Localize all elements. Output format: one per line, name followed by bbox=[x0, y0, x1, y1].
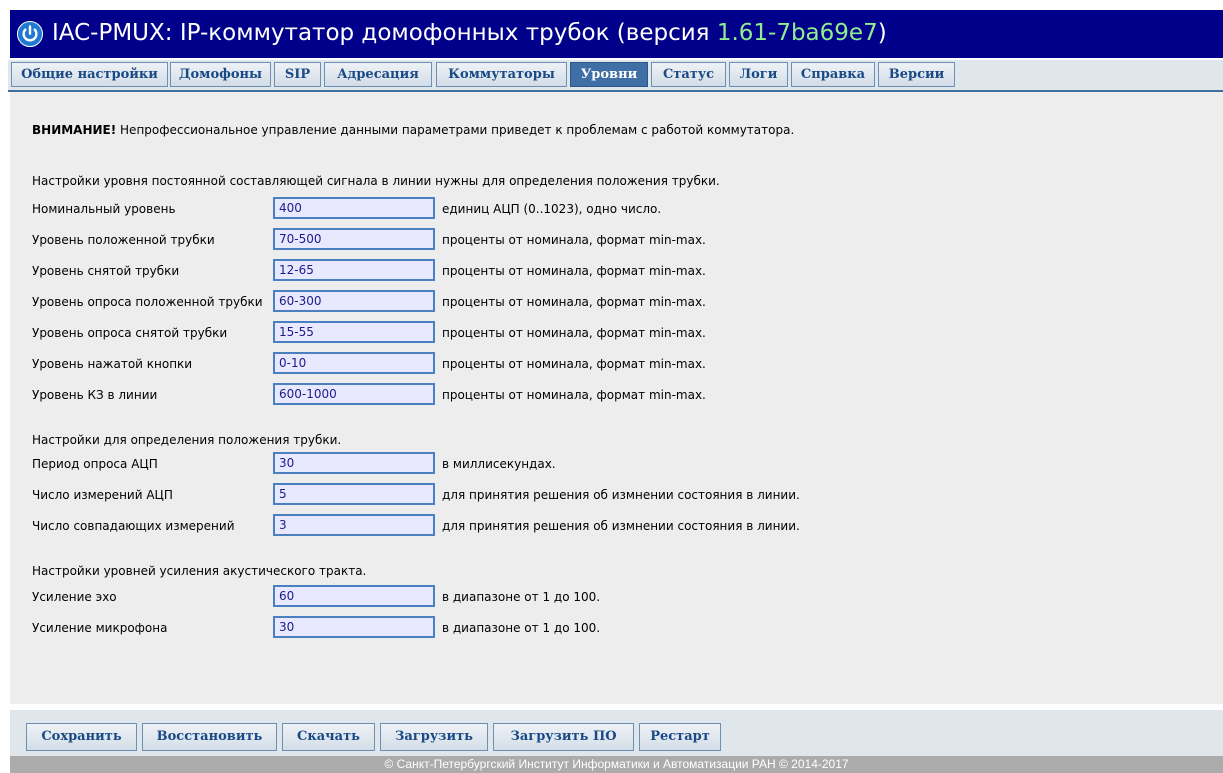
matching-measurements-hint: для принятия решения об измнении состоян… bbox=[442, 519, 800, 533]
button-pressed-level-label: Уровень нажатой кнопки bbox=[32, 357, 193, 371]
adc-measurements-input[interactable] bbox=[273, 483, 435, 505]
poll-offhook-level-label: Уровень опроса снятой трубки bbox=[32, 326, 228, 340]
tab-bar: Общие настройки Домофоны SIP Адресация К… bbox=[8, 60, 1223, 92]
matching-measurements-label: Число совпадающих измерений bbox=[32, 519, 235, 533]
nominal-level-label: Номинальный уровень bbox=[32, 202, 176, 216]
header: IAC-PMUX: IP-коммутатор домофонных трубо… bbox=[0, 0, 1223, 58]
upload-firmware-button[interactable]: Загрузить ПО bbox=[493, 723, 634, 751]
offhook-level-label: Уровень снятой трубки bbox=[32, 264, 180, 278]
warning-text: Непрофессиональное управление данными па… bbox=[116, 123, 795, 137]
nominal-level-hint: единиц АЦП (0..1023), одно число. bbox=[442, 202, 662, 216]
button-pressed-level-hint: проценты от номинала, формат min-max. bbox=[442, 357, 706, 371]
tab-sip[interactable]: SIP bbox=[274, 62, 321, 87]
tab-levels[interactable]: Уровни bbox=[570, 62, 648, 87]
poll-offhook-level-input[interactable] bbox=[273, 321, 435, 343]
poll-offhook-level-hint: проценты от номинала, формат min-max. bbox=[442, 326, 706, 340]
section-title-dc-levels: Настройки уровня постоянной составляющей… bbox=[32, 174, 720, 188]
tab-general-settings[interactable]: Общие настройки bbox=[11, 62, 168, 87]
onhook-level-label: Уровень положенной трубки bbox=[32, 233, 215, 247]
title-suffix: ) bbox=[877, 20, 887, 46]
offhook-level-input[interactable] bbox=[273, 259, 435, 281]
onhook-level-input[interactable] bbox=[273, 228, 435, 250]
tab-intercoms[interactable]: Домофоны bbox=[170, 62, 271, 87]
onhook-level-hint: проценты от номинала, формат min-max. bbox=[442, 233, 706, 247]
short-circuit-level-hint: проценты от номинала, формат min-max. bbox=[442, 388, 706, 402]
adc-poll-period-hint: в миллисекундах. bbox=[442, 457, 556, 471]
tab-help[interactable]: Справка bbox=[791, 62, 875, 87]
restart-button[interactable]: Рестарт bbox=[639, 723, 721, 751]
tab-logs[interactable]: Логи bbox=[729, 62, 788, 87]
section-title-position-detection: Настройки для определения положения труб… bbox=[32, 433, 342, 447]
adc-poll-period-input[interactable] bbox=[273, 452, 435, 474]
echo-gain-label: Усиление эхо bbox=[32, 590, 117, 604]
button-pressed-level-input[interactable] bbox=[273, 352, 435, 374]
section-title-acoustic-gain: Настройки уровней усиления акустического… bbox=[32, 564, 367, 578]
poll-onhook-level-hint: проценты от номинала, формат min-max. bbox=[442, 295, 706, 309]
tab-status[interactable]: Статус bbox=[651, 62, 726, 87]
tab-versions[interactable]: Версии bbox=[878, 62, 955, 87]
warning-label: ВНИМАНИЕ! bbox=[32, 123, 117, 137]
offhook-level-hint: проценты от номинала, формат min-max. bbox=[442, 264, 706, 278]
settings-panel: ВНИМАНИЕ! Непрофессиональное управление … bbox=[10, 92, 1223, 704]
poll-onhook-level-input[interactable] bbox=[273, 290, 435, 312]
title-prefix: IAC-PMUX: IP-коммутатор домофонных трубо… bbox=[52, 20, 717, 46]
upload-button[interactable]: Загрузить bbox=[380, 723, 488, 751]
title-bar: IAC-PMUX: IP-коммутатор домофонных трубо… bbox=[10, 10, 1223, 58]
download-button[interactable]: Скачать bbox=[282, 723, 375, 751]
version-number: 1.61-7ba69e7 bbox=[716, 20, 878, 46]
poll-onhook-level-label: Уровень опроса положенной трубки bbox=[32, 295, 263, 309]
adc-measurements-hint: для принятия решения об измнении состоян… bbox=[442, 488, 800, 502]
echo-gain-input[interactable] bbox=[273, 585, 435, 607]
copyright-footer: © Санкт-Петербургский Институт Информати… bbox=[10, 756, 1223, 773]
mic-gain-input[interactable] bbox=[273, 616, 435, 638]
warning-message: ВНИМАНИЕ! Непрофессиональное управление … bbox=[32, 123, 794, 137]
nominal-level-input[interactable] bbox=[273, 197, 435, 219]
mic-gain-hint: в диапазоне от 1 до 100. bbox=[442, 621, 601, 635]
matching-measurements-input[interactable] bbox=[273, 514, 435, 536]
mic-gain-label: Усиление микрофона bbox=[32, 621, 168, 635]
page-title: IAC-PMUX: IP-коммутатор домофонных трубо… bbox=[52, 19, 887, 47]
tab-switches[interactable]: Коммутаторы bbox=[436, 62, 567, 87]
short-circuit-level-input[interactable] bbox=[273, 383, 435, 405]
tab-addressing[interactable]: Адресация bbox=[324, 62, 432, 87]
power-icon bbox=[17, 21, 43, 47]
adc-poll-period-label: Период опроса АЦП bbox=[32, 457, 158, 471]
echo-gain-hint: в диапазоне от 1 до 100. bbox=[442, 590, 601, 604]
short-circuit-level-label: Уровень КЗ в линии bbox=[32, 388, 158, 402]
adc-measurements-label: Число измерений АЦП bbox=[32, 488, 173, 502]
save-button[interactable]: Сохранить bbox=[26, 723, 137, 751]
action-bar: Сохранить Восстановить Скачать Загрузить… bbox=[10, 710, 1223, 756]
restore-button[interactable]: Восстановить bbox=[142, 723, 277, 751]
